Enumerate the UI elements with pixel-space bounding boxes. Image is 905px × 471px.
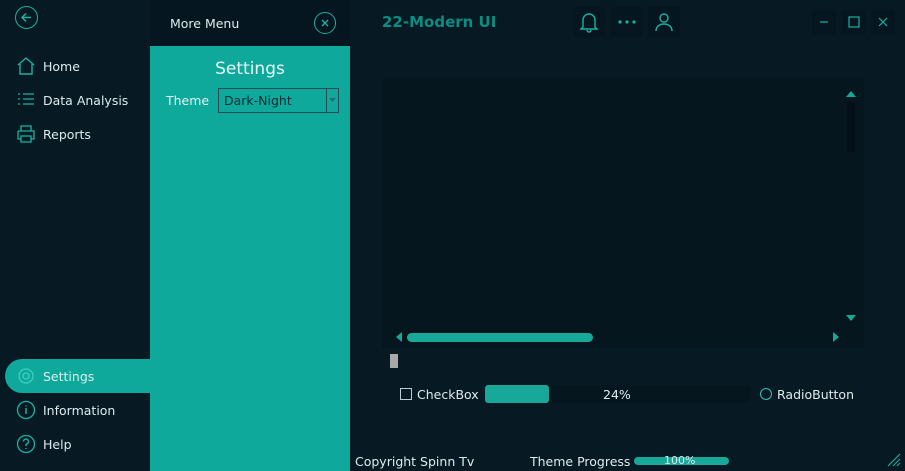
theme-progress-bar: 100% — [634, 454, 729, 467]
horizontal-scrollbar-thumb[interactable] — [407, 333, 593, 342]
close-icon — [878, 17, 888, 27]
notifications-button[interactable] — [573, 7, 605, 37]
chevron-down-icon[interactable] — [326, 89, 338, 112]
printer-icon — [15, 123, 37, 145]
sidebar-item-label: Help — [43, 436, 72, 452]
theme-progress-label: Theme Progress — [530, 454, 631, 469]
user-profile-button[interactable] — [648, 7, 680, 37]
close-icon — [321, 19, 329, 27]
scroll-up-arrow-icon[interactable] — [846, 90, 856, 97]
radio-button-label[interactable]: RadioButton — [777, 387, 854, 402]
sidebar-item-help[interactable]: Help — [5, 427, 155, 461]
theme-select[interactable]: Dark-Night — [218, 88, 339, 113]
more-menu-close-button[interactable] — [314, 12, 336, 34]
maximize-icon — [848, 16, 860, 28]
more-options-button[interactable] — [611, 7, 643, 37]
sidebar-item-label: Reports — [43, 126, 91, 142]
text-caret — [390, 354, 398, 368]
sidebar-item-information[interactable]: Information — [5, 393, 155, 427]
scroll-right-arrow-icon[interactable] — [833, 332, 840, 342]
maximize-button[interactable] — [842, 10, 866, 34]
gear-icon — [15, 365, 37, 387]
more-menu-header: More Menu — [150, 0, 350, 46]
sidebar-item-label: Home — [43, 58, 80, 74]
settings-title: Settings — [215, 59, 285, 79]
progress-bar: 24% — [485, 385, 750, 403]
theme-label: Theme — [166, 93, 210, 108]
theme-progress-percent-label: 100% — [664, 454, 696, 467]
sidebar-item-data-analysis[interactable]: Data Analysis — [5, 83, 155, 117]
scroll-down-arrow-icon[interactable] — [846, 315, 856, 322]
sidebar: Home Data Analysis Reports Settings Info… — [0, 0, 155, 471]
sidebar-item-label: Settings — [43, 368, 95, 384]
more-menu-panel: More Menu Settings Theme Dark-Night — [150, 0, 350, 471]
more-horizontal-icon — [618, 20, 636, 24]
radio-button[interactable] — [760, 388, 772, 400]
info-icon — [15, 399, 37, 421]
theme-select-value: Dark-Night — [224, 93, 292, 108]
more-menu-title: More Menu — [170, 16, 240, 31]
copyright-text: Copyright Spinn Tv — [355, 454, 475, 469]
sidebar-item-settings[interactable]: Settings — [5, 359, 155, 393]
scroll-left-arrow-icon[interactable] — [395, 332, 402, 342]
vertical-scrollbar-thumb[interactable] — [847, 102, 855, 152]
checkbox-label[interactable]: CheckBox — [417, 387, 479, 402]
progress-percent-label: 24% — [603, 387, 631, 402]
sidebar-item-home[interactable]: Home — [5, 49, 155, 83]
progress-bar-fill — [485, 385, 549, 403]
back-button[interactable] — [15, 6, 38, 29]
minimize-button[interactable] — [812, 10, 836, 34]
sidebar-item-label: Data Analysis — [43, 92, 129, 108]
content-panel[interactable] — [382, 78, 864, 348]
help-icon — [15, 433, 37, 455]
close-window-button[interactable] — [871, 10, 895, 34]
resize-grip-icon[interactable] — [885, 451, 901, 467]
user-icon — [655, 13, 673, 32]
checkbox[interactable] — [400, 388, 412, 400]
app-title: 22-Modern UI — [382, 13, 497, 31]
sidebar-item-reports[interactable]: Reports — [5, 117, 155, 151]
arrow-left-icon — [20, 12, 31, 23]
list-icon — [15, 89, 37, 111]
home-icon — [15, 55, 37, 77]
bell-icon — [579, 13, 599, 33]
sidebar-item-label: Information — [43, 402, 116, 418]
minimize-icon — [820, 21, 828, 23]
